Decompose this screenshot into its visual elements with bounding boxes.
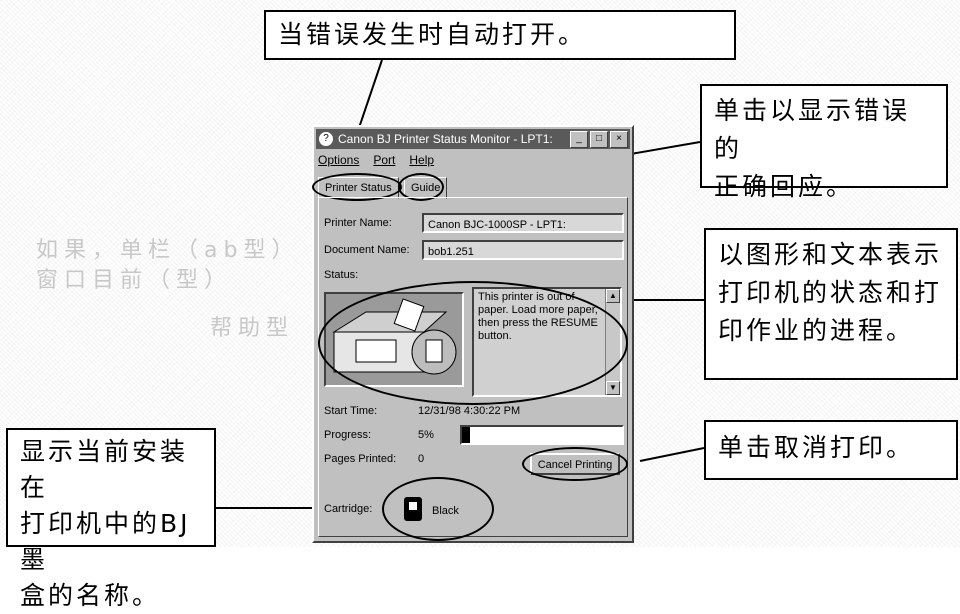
highlight-status-area [318,281,628,405]
highlight-cartridge [382,477,494,541]
status-monitor-window: ? Canon BJ Printer Status Monitor - LPT1… [312,125,634,543]
callout-status: 以图形和文本表示 打印机的状态和打 印作业的进程。 [704,228,958,380]
menu-help[interactable]: Help [409,153,434,167]
callout-cartridge-line-3: 盒的名称。 [20,581,161,610]
menu-bar: Options Port Help [318,153,434,167]
printer-name-label: Printer Name: [324,217,392,229]
maximize-button[interactable]: □ [590,131,608,148]
start-time-label: Start Time: [324,405,378,417]
callout-guide: 单击以显示错误的 正确回应。 [700,84,948,201]
callout-status-line-1: 以图形和文本表示 [718,240,943,269]
close-button[interactable]: × [610,131,628,148]
progress-label: Progress: [324,429,372,441]
callout-cancel-text: 单击取消打印。 [718,433,915,462]
callout-auto-open: 当错误发生时自动打开。 [264,10,736,60]
progress-value: 5% [418,429,434,441]
cartridge-label: Cartridge: [324,503,373,515]
window-title: Canon BJ Printer Status Monitor - LPT1: [338,132,553,146]
printer-name-field: Canon BJC-1000SP - LPT1: [422,213,624,233]
progress-bar [460,425,624,445]
pages-printed-value: 0 [418,453,425,465]
callout-cartridge: 显示当前安装在 打印机中的BJ墨 盒的名称。 [6,428,216,610]
document-name-field: bob1.251 [422,240,624,260]
callout-status-line-3: 印作业的进程。 [718,316,915,345]
highlight-cancel-button [522,447,628,481]
start-time-value: 12/31/98 4:30:22 PM [418,405,521,417]
menu-port[interactable]: Port [373,153,395,167]
callout-cancel: 单击取消打印。 [704,420,958,480]
pages-printed-label: Pages Printed: [324,453,397,465]
callout-status-line-2: 打印机的状态和打 [718,278,943,307]
progress-bar-fill [462,427,470,443]
printer-icon: ? [319,132,333,146]
minimize-button[interactable]: _ [570,131,588,148]
title-bar[interactable]: ? Canon BJ Printer Status Monitor - LPT1… [316,129,630,149]
callout-auto-open-text: 当错误发生时自动打开。 [278,20,587,49]
scroll-down-arrow-icon[interactable]: ▼ [606,381,620,395]
callout-cartridge-line-1: 显示当前安装在 [20,437,189,502]
scroll-up-arrow-icon[interactable]: ▲ [606,289,620,303]
callout-cartridge-line-2: 打印机中的BJ墨 [20,509,191,574]
callout-guide-line-2: 正确回应。 [714,172,855,201]
callout-guide-line-1: 单击以显示错误的 [714,96,911,163]
status-label: Status: [324,269,359,281]
menu-options[interactable]: Options [318,153,359,167]
document-name-label: Document Name: [324,244,410,256]
